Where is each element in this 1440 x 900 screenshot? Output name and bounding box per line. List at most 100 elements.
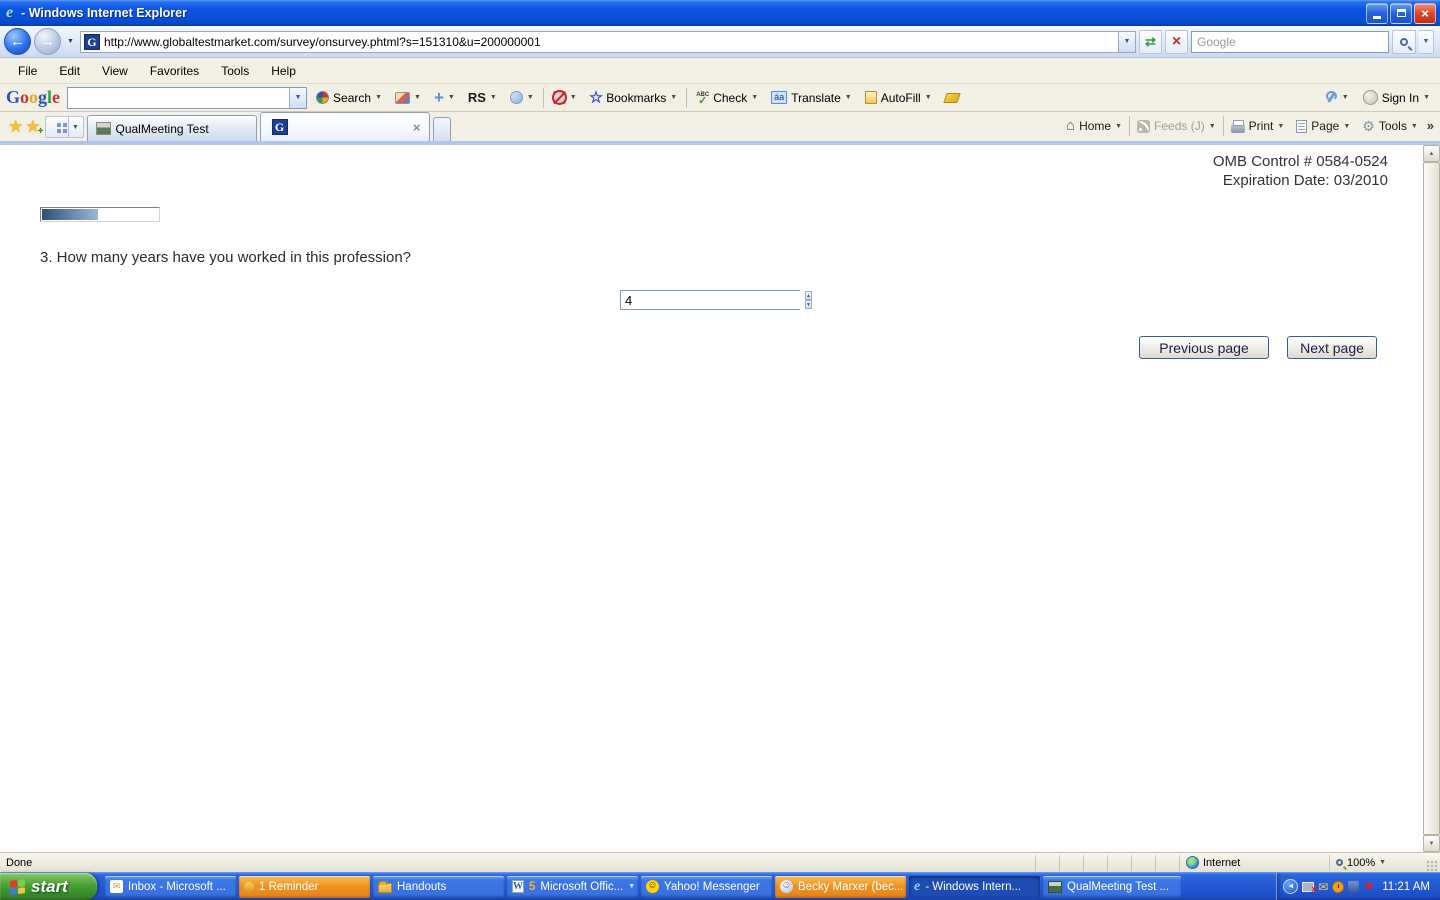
- add-favorite-button[interactable]: ★ +: [25, 117, 43, 137]
- start-button[interactable]: start: [0, 873, 97, 900]
- menu-view[interactable]: View: [92, 61, 138, 81]
- forward-icon: →: [40, 33, 55, 50]
- vertical-scrollbar[interactable]: ▲ ▼: [1423, 145, 1440, 852]
- page-button[interactable]: Page ▼: [1291, 116, 1355, 136]
- tray-mail-icon[interactable]: ✉: [1318, 881, 1328, 893]
- bookmarks-button[interactable]: ★ Bookmarks ▼: [586, 87, 682, 108]
- search-input[interactable]: [1191, 30, 1389, 53]
- forward-button[interactable]: →: [34, 28, 61, 55]
- spellcheck-button[interactable]: ABC ✓ Check ▼: [692, 89, 762, 107]
- more-toolbar-chevron[interactable]: »: [1425, 116, 1438, 133]
- tools-button[interactable]: ⚙ Tools ▼: [1357, 116, 1423, 136]
- tray-reminder-clock-icon[interactable]: [1332, 880, 1345, 893]
- rss-icon: [1137, 119, 1151, 133]
- taskbar-item-label: 1 Reminder: [259, 880, 319, 893]
- page-label: Page: [1311, 119, 1340, 133]
- rs-icon: RS: [467, 90, 486, 105]
- translate-button[interactable]: áa Translate ▼: [767, 89, 856, 107]
- scroll-up-button[interactable]: ▲: [1423, 145, 1440, 162]
- tab-survey-active[interactable]: G ×: [259, 112, 430, 141]
- url-text[interactable]: http://www.globaltestmarket.com/survey/o…: [104, 35, 1118, 49]
- chevron-down-icon: ▼: [294, 94, 302, 101]
- taskbar-item-yahoo-messenger[interactable]: ☺ Yahoo! Messenger: [641, 875, 772, 898]
- taskbar-item-ie[interactable]: e - Windows Intern...: [909, 875, 1040, 898]
- taskbar-item-word-group[interactable]: W 5 Microsoft Offic... ▼: [507, 875, 638, 898]
- favorites-button[interactable]: ★: [8, 117, 23, 137]
- minimize-button[interactable]: [1366, 2, 1388, 24]
- status-pane: [1155, 854, 1179, 871]
- google-search-input[interactable]: [68, 87, 290, 108]
- chevron-down-icon: ▼: [447, 94, 455, 101]
- outlook-icon: ✉: [110, 880, 123, 893]
- tray-collapse-button[interactable]: ◄: [1283, 879, 1299, 894]
- tab-list-dropdown[interactable]: ▼: [68, 116, 84, 138]
- group-count: 5: [529, 880, 536, 893]
- add-button[interactable]: + ▼: [430, 89, 459, 106]
- tray-network-icon[interactable]: [1302, 881, 1317, 896]
- spinner-up-button[interactable]: ▲: [805, 291, 812, 300]
- scroll-down-button[interactable]: ▼: [1423, 835, 1440, 852]
- popup-blocker-button[interactable]: ▼: [549, 89, 581, 106]
- rs-custom-button[interactable]: RS ▼: [464, 88, 501, 107]
- taskbar-item-im-becky[interactable]: ☺ Becky Marxer (bec...: [775, 875, 906, 898]
- history-dropdown[interactable]: ▼: [64, 38, 77, 45]
- print-button[interactable]: Print ▼: [1226, 116, 1290, 136]
- clock: 11:21 AM: [1382, 880, 1430, 893]
- highlighter-button[interactable]: [941, 91, 963, 105]
- google-search-button[interactable]: Search ▼: [312, 89, 386, 107]
- feeds-label: Feeds (J): [1154, 119, 1205, 133]
- taskbar-item-label: Becky Marxer (bec...: [798, 880, 904, 893]
- chevron-down-icon: ▼: [924, 94, 932, 101]
- back-button[interactable]: ←: [4, 28, 31, 55]
- menu-favorites[interactable]: Favorites: [140, 61, 209, 81]
- new-tab-stub[interactable]: [432, 117, 451, 141]
- address-dropdown[interactable]: ▼: [1118, 31, 1135, 52]
- zoom-control[interactable]: 100% ▼: [1329, 854, 1424, 871]
- home-button[interactable]: ⌂ Home ▼: [1061, 116, 1127, 136]
- taskbar-item-outlook-inbox[interactable]: ✉ Inbox - Microsoft ...: [105, 875, 236, 898]
- taskbar-item-qualmeeting[interactable]: QualMeeting Test ...: [1043, 875, 1181, 898]
- printer-icon: [1230, 119, 1245, 133]
- google-search-dropdown[interactable]: ▼: [289, 87, 307, 108]
- search-provider-dropdown[interactable]: ▼: [1419, 29, 1434, 54]
- spellcheck-label: Check: [713, 90, 748, 105]
- share-button[interactable]: ▼: [506, 89, 538, 106]
- menu-file[interactable]: File: [8, 61, 47, 81]
- autofill-button[interactable]: AutoFill ▼: [861, 89, 936, 107]
- tray-flag-icon[interactable]: ⚑: [1363, 881, 1374, 893]
- feeds-button[interactable]: Feeds (J) ▼: [1132, 116, 1221, 136]
- zone-label: Internet: [1203, 856, 1241, 869]
- maximize-button[interactable]: [1390, 2, 1412, 24]
- menu-help[interactable]: Help: [261, 61, 306, 81]
- toolbar-settings-button[interactable]: ▼: [1321, 89, 1353, 106]
- chevron-down-icon: ▼: [1277, 122, 1285, 130]
- google-search-box[interactable]: ▼: [67, 86, 308, 109]
- refresh-button[interactable]: ⇄: [1139, 29, 1162, 54]
- system-tray: ◄ ✉ ⚑ 11:21 AM: [1276, 873, 1440, 900]
- answer-input[interactable]: [621, 291, 805, 309]
- maximize-icon: [1396, 9, 1406, 17]
- taskbar-item-reminder[interactable]: 1 Reminder: [239, 875, 370, 898]
- scrollbar-thumb[interactable]: [1423, 162, 1440, 835]
- taskbar-item-handouts[interactable]: Handouts: [373, 875, 504, 898]
- tab-qualmeeting[interactable]: QualMeeting Test: [86, 115, 257, 141]
- previous-page-button[interactable]: Previous page: [1139, 336, 1269, 359]
- menu-edit[interactable]: Edit: [49, 61, 90, 81]
- tray-messenger-icon[interactable]: [1348, 880, 1360, 893]
- bell-icon: [244, 882, 254, 893]
- photos-button[interactable]: ▼: [391, 90, 425, 106]
- yahoo-smiley-icon: ☺: [646, 880, 659, 893]
- next-page-button[interactable]: Next page: [1287, 336, 1377, 359]
- gear-icon: ⚙: [1362, 117, 1375, 134]
- search-button[interactable]: [1392, 29, 1416, 54]
- site-favicon: G: [83, 33, 100, 50]
- spinner-down-button[interactable]: ▼: [805, 300, 812, 309]
- quick-tabs-button[interactable]: [44, 116, 69, 138]
- stop-button[interactable]: ×: [1165, 29, 1188, 54]
- close-button[interactable]: ×: [1414, 2, 1436, 24]
- menu-tools[interactable]: Tools: [211, 61, 259, 81]
- globe-icon: [1186, 856, 1199, 869]
- sign-in-button[interactable]: Sign In ▼: [1359, 88, 1434, 107]
- tab-close-icon[interactable]: ×: [413, 120, 421, 135]
- address-field[interactable]: G http://www.globaltestmarket.com/survey…: [79, 30, 1136, 53]
